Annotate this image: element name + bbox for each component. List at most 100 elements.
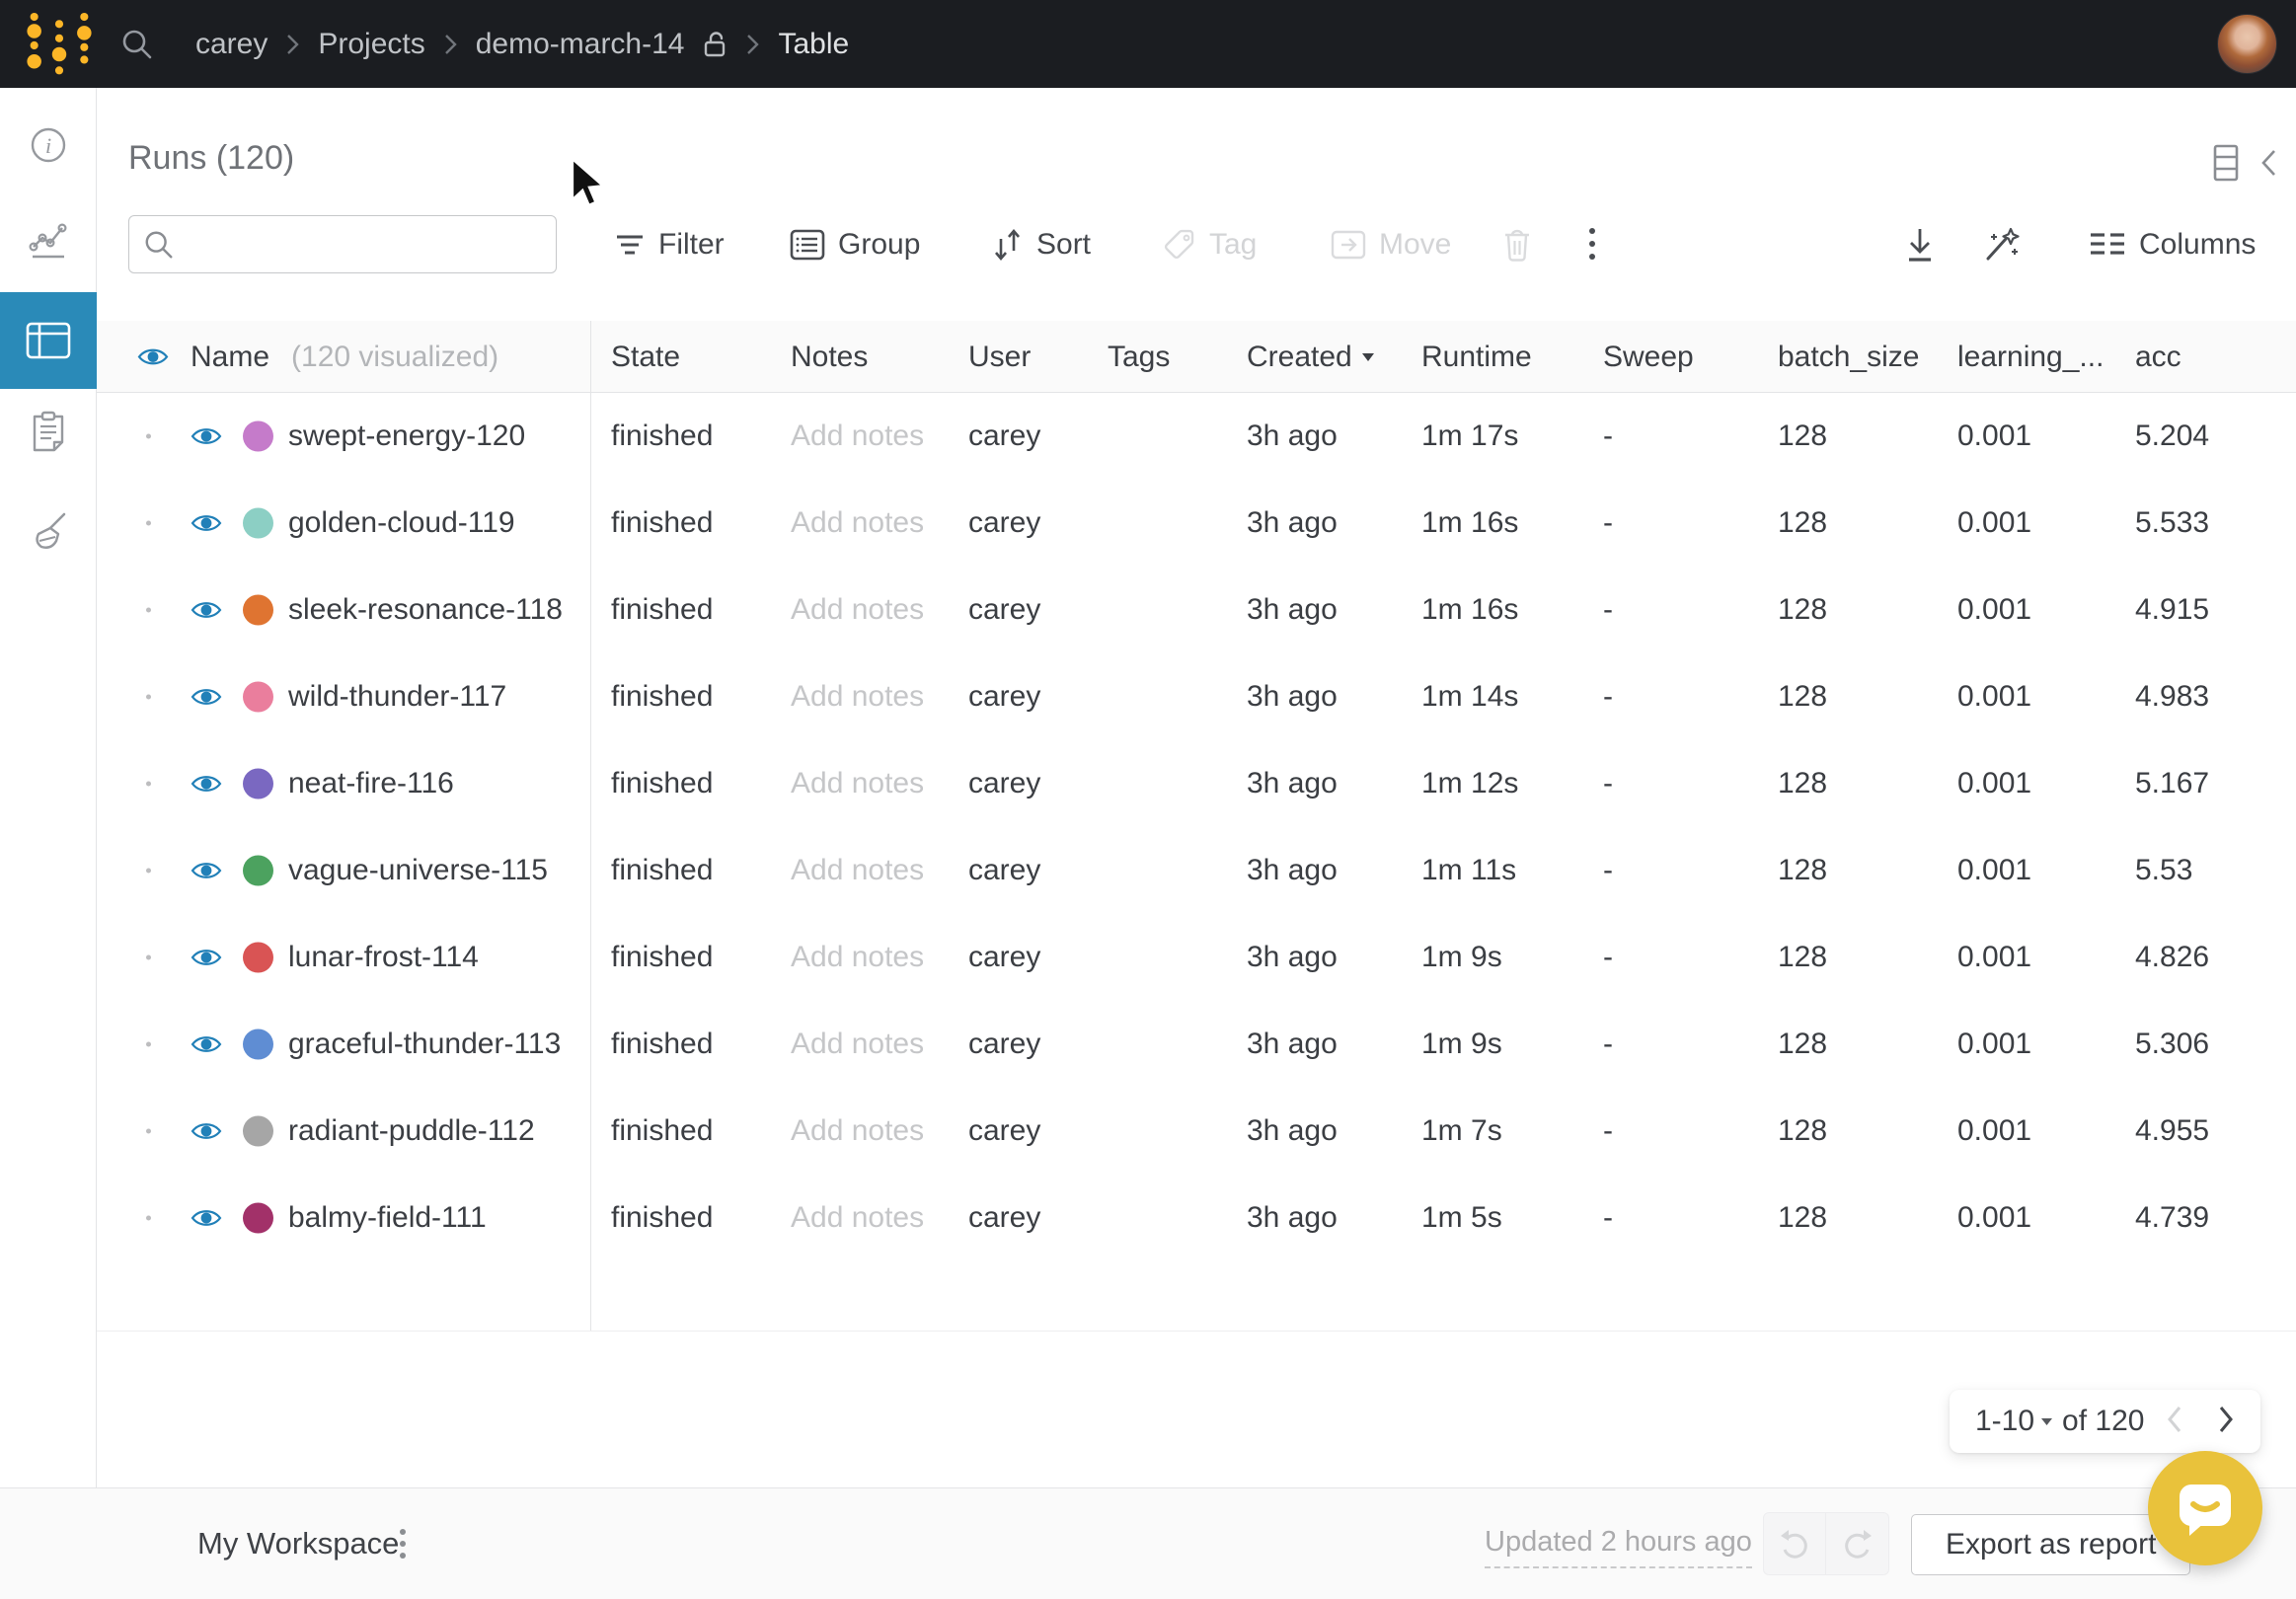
eye-icon[interactable] [191, 512, 222, 535]
group-button[interactable]: Group [790, 215, 920, 273]
breadcrumb-project[interactable]: demo-march-14 [476, 28, 685, 61]
run-notes[interactable]: Add notes [791, 1201, 924, 1235]
download-button[interactable] [1903, 215, 1937, 273]
drag-handle[interactable] [146, 521, 151, 526]
prev-page-chevron-icon[interactable] [2165, 1404, 2184, 1435]
table-row[interactable]: neat-fire-116 finished Add notes carey 3… [97, 740, 2296, 827]
batch-size-column-header[interactable]: batch_size [1778, 321, 1919, 393]
undo-button[interactable] [1763, 1512, 1826, 1575]
eye-icon[interactable] [191, 773, 222, 796]
workspace-selector[interactable]: My Workspace [197, 1488, 399, 1599]
user-avatar[interactable] [2217, 14, 2277, 74]
tags-column-header[interactable]: Tags [1108, 321, 1170, 393]
run-name[interactable]: golden-cloud-119 [288, 506, 515, 540]
drag-handle[interactable] [146, 955, 151, 960]
run-notes[interactable]: Add notes [791, 941, 924, 974]
tag-button[interactable]: Tag [1163, 215, 1257, 273]
runtime-column-header[interactable]: Runtime [1421, 321, 1532, 393]
run-notes[interactable]: Add notes [791, 1114, 924, 1148]
run-name[interactable]: swept-energy-120 [288, 419, 525, 453]
wandb-logo-icon[interactable] [22, 8, 97, 83]
panel-stack-icon[interactable] [2213, 144, 2239, 182]
notes-column-header[interactable]: Notes [791, 321, 868, 393]
drag-handle[interactable] [146, 782, 151, 787]
drag-handle[interactable] [146, 1216, 151, 1221]
redo-button[interactable] [1826, 1512, 1889, 1575]
sort-button[interactable]: Sort [990, 215, 1091, 273]
run-name[interactable]: graceful-thunder-113 [288, 1028, 561, 1061]
eye-icon[interactable] [137, 345, 169, 368]
run-notes[interactable]: Add notes [791, 506, 924, 540]
sidebar-item-table[interactable] [0, 292, 97, 389]
workspace-menu-button[interactable] [399, 1488, 407, 1599]
magic-wand-button[interactable] [1982, 215, 2022, 273]
run-name[interactable]: radiant-puddle-112 [288, 1114, 535, 1148]
sidebar-item-workspace[interactable] [0, 191, 97, 288]
run-name[interactable]: wild-thunder-117 [288, 680, 506, 714]
run-name[interactable]: sleek-resonance-118 [288, 593, 563, 627]
next-page-chevron-icon[interactable] [2216, 1404, 2236, 1435]
run-name[interactable]: lunar-frost-114 [288, 941, 479, 974]
table-row[interactable]: swept-energy-120 finished Add notes care… [97, 393, 2296, 480]
acc-column-header[interactable]: acc [2135, 321, 2181, 393]
sweep-column-header[interactable]: Sweep [1603, 321, 1694, 393]
search-icon[interactable] [120, 28, 154, 61]
eye-icon[interactable] [191, 1033, 222, 1056]
more-actions-button[interactable] [1587, 215, 1597, 273]
run-notes[interactable]: Add notes [791, 680, 924, 714]
breadcrumb-user[interactable]: carey [195, 28, 268, 61]
filter-button[interactable]: Filter [614, 215, 725, 273]
run-name[interactable]: vague-universe-115 [288, 854, 548, 887]
eye-icon[interactable] [191, 1207, 222, 1230]
table-row[interactable]: sleek-resonance-118 finished Add notes c… [97, 567, 2296, 653]
drag-handle[interactable] [146, 1042, 151, 1047]
table-row[interactable]: balmy-field-111 finished Add notes carey… [97, 1175, 2296, 1261]
move-button[interactable]: Move [1331, 215, 1451, 273]
created-column-header[interactable]: Created [1247, 321, 1374, 393]
run-notes[interactable]: Add notes [791, 593, 924, 627]
table-row[interactable]: radiant-puddle-112 finished Add notes ca… [97, 1088, 2296, 1175]
eye-icon[interactable] [191, 686, 222, 709]
columns-button[interactable]: Columns [2089, 215, 2256, 273]
page-size-selector[interactable]: 1-10 [1975, 1405, 2052, 1438]
table-row[interactable]: wild-thunder-117 finished Add notes care… [97, 653, 2296, 740]
eye-icon[interactable] [191, 599, 222, 622]
user-column-header[interactable]: User [968, 321, 1031, 393]
chat-support-button[interactable] [2148, 1451, 2262, 1565]
table-row[interactable]: graceful-thunder-113 finished Add notes … [97, 1001, 2296, 1088]
drag-handle[interactable] [146, 434, 151, 439]
run-notes[interactable]: Add notes [791, 419, 924, 453]
eye-icon[interactable] [191, 425, 222, 448]
sidebar-item-sweeps[interactable] [0, 483, 97, 579]
breadcrumb-projects[interactable]: Projects [318, 28, 424, 61]
run-user: carey [968, 506, 1040, 540]
state-column-header[interactable]: State [611, 321, 680, 393]
run-notes[interactable]: Add notes [791, 767, 924, 800]
eye-icon[interactable] [191, 947, 222, 969]
eye-icon[interactable] [191, 860, 222, 882]
run-notes[interactable]: Add notes [791, 854, 924, 887]
table-row[interactable]: golden-cloud-119 finished Add notes care… [97, 480, 2296, 567]
delete-button[interactable] [1502, 215, 1532, 273]
drag-handle[interactable] [146, 869, 151, 874]
run-runtime: 1m 7s [1421, 1114, 1502, 1148]
export-as-report-button[interactable]: Export as report [1911, 1514, 2190, 1575]
breadcrumb-page[interactable]: Table [778, 28, 849, 61]
collapse-chevron-icon[interactable] [2260, 149, 2276, 177]
learning-rate-column-header[interactable]: learning_... [1957, 321, 2104, 393]
sidebar-item-overview[interactable]: i [0, 97, 97, 193]
sidebar-item-reports[interactable] [0, 384, 97, 481]
redo-icon [1842, 1528, 1874, 1560]
table-row[interactable]: vague-universe-115 finished Add notes ca… [97, 827, 2296, 914]
drag-handle[interactable] [146, 695, 151, 700]
run-name[interactable]: neat-fire-116 [288, 767, 454, 800]
name-column-header[interactable]: Name (120 visualized) [137, 321, 498, 393]
drag-handle[interactable] [146, 1129, 151, 1134]
run-notes[interactable]: Add notes [791, 1028, 924, 1061]
sort-desc-triangle-icon [1362, 353, 1374, 361]
run-name[interactable]: balmy-field-111 [288, 1201, 487, 1235]
table-row[interactable]: lunar-frost-114 finished Add notes carey… [97, 914, 2296, 1001]
drag-handle[interactable] [146, 608, 151, 613]
runs-search-input[interactable] [187, 229, 542, 261]
eye-icon[interactable] [191, 1120, 222, 1143]
